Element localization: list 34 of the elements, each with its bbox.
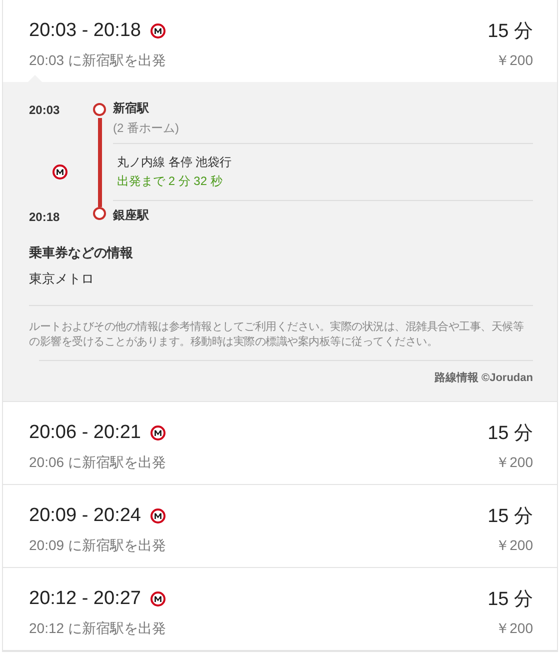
metro-icon (150, 23, 166, 39)
time-range: 20:12 - 20:27 (29, 588, 141, 610)
station-marker (93, 103, 106, 116)
arrival-time: 20:18 (29, 209, 61, 224)
station-name: 銀座駅 (113, 207, 150, 224)
station-marker (93, 207, 106, 220)
duration: 15 分 (488, 20, 533, 44)
credit-text: 路線情報 ©Jorudan (433, 370, 533, 385)
departure-text: 20:06 に新宿駅を出発 (29, 454, 166, 472)
departure-text: 20:03 に新宿駅を出発 (29, 52, 166, 70)
time-range: 20:06 - 20:21 (29, 422, 141, 444)
metro-icon (150, 508, 166, 524)
line-info: 丸ノ内線 各停 池袋行 (117, 154, 233, 171)
operator-name: 東京メトロ (29, 270, 95, 288)
metro-icon (150, 591, 166, 607)
duration: 15 分 (488, 505, 533, 529)
countdown-text: 出発まで 2 分 32 秒 (117, 173, 224, 190)
departure-text: 20:09 に新宿駅を出発 (29, 537, 166, 555)
time-range: 20:09 - 20:24 (29, 505, 141, 527)
duration: 15 分 (488, 422, 533, 446)
fare: ￥200 (496, 537, 533, 555)
departure-time: 20:03 (29, 102, 61, 119)
section-heading: 乗車券などの情報 (29, 244, 134, 262)
metro-icon (150, 425, 166, 441)
platform-text: (2 番ホーム) (113, 120, 180, 137)
departure-text: 20:12 に新宿駅を出発 (29, 620, 166, 638)
fare: ￥200 (496, 454, 533, 472)
duration: 15 分 (488, 588, 533, 612)
fare: ￥200 (496, 52, 533, 70)
time-range: 20:03 - 20:18 (29, 20, 141, 42)
metro-icon (52, 164, 68, 180)
station-name: 新宿駅 (113, 100, 150, 117)
disclaimer-text: ルートおよびその他の情報は参考情報としてご利用ください。実際の状況は、混雑具合や工事、天候等の影響を受けることがあります。移動時は実際の標識や案内板等に従ってください。 (29, 320, 524, 350)
fare: ￥200 (496, 620, 533, 638)
